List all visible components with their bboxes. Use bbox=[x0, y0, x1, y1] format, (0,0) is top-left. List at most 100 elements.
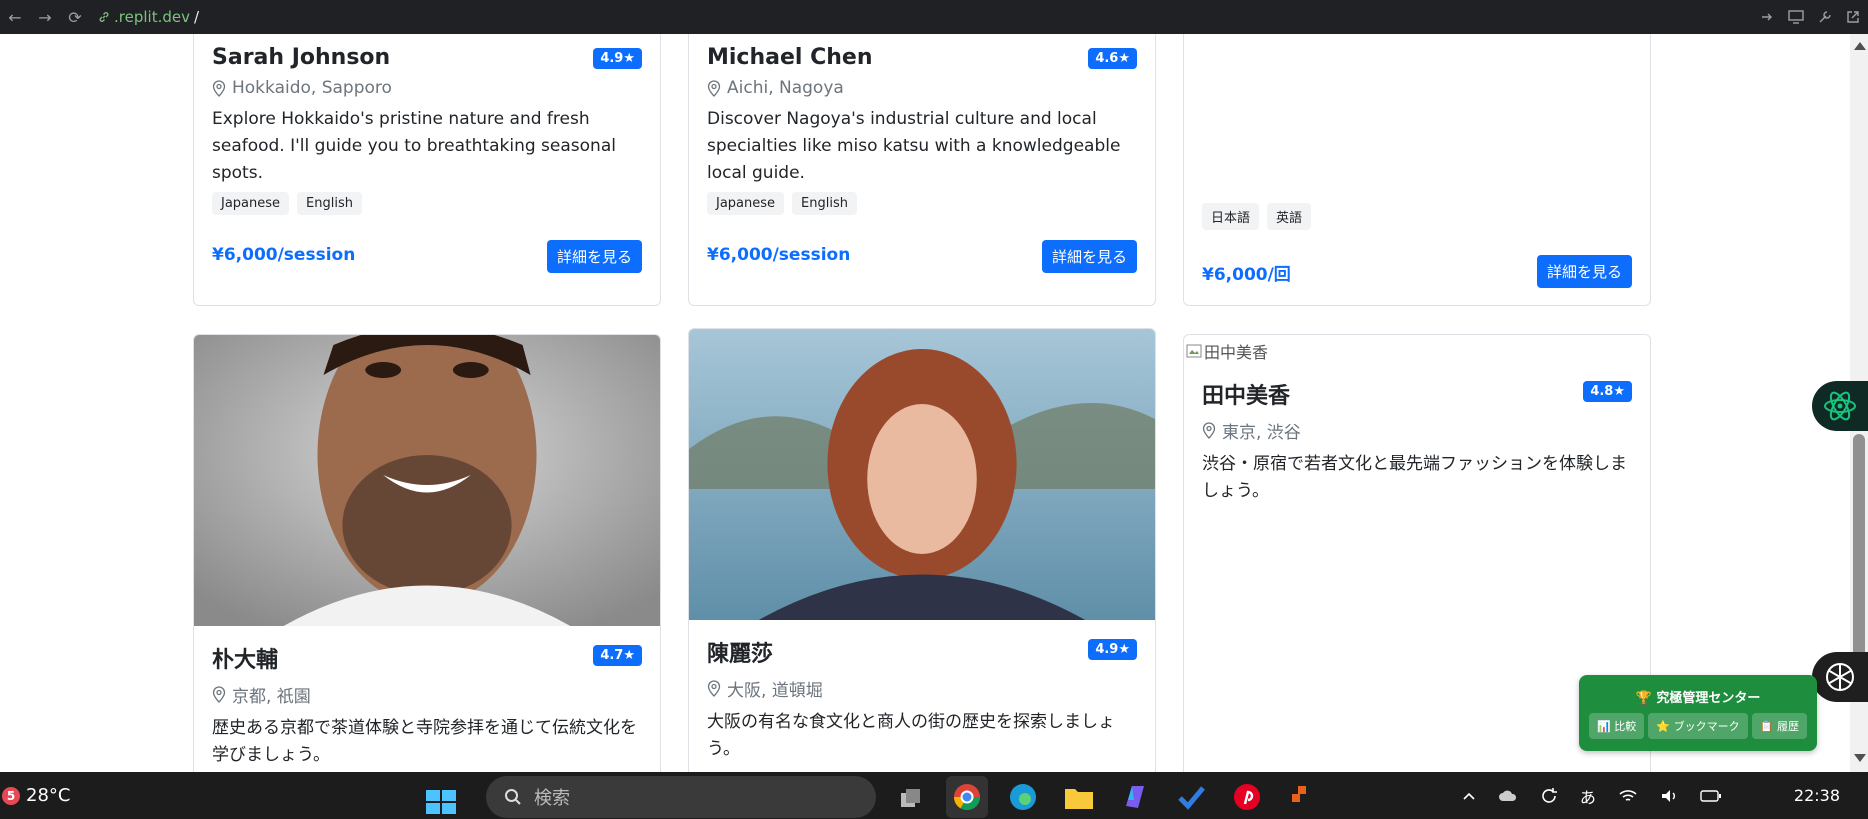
language-tag: English bbox=[297, 192, 362, 215]
guide-description: 渋谷・原宿で若者文化と最先端ファッションを体験しましょう。 bbox=[1202, 454, 1627, 501]
broken-image: 田中美香 bbox=[1186, 339, 1268, 363]
scroll-down-arrow-icon[interactable] bbox=[1854, 754, 1866, 762]
task-view-button[interactable] bbox=[890, 776, 932, 818]
back-arrow-icon: ← bbox=[8, 7, 22, 27]
chatgpt-button[interactable] bbox=[1812, 652, 1868, 702]
location-text: 東京, 渋谷 bbox=[1222, 423, 1301, 443]
guide-card[interactable]: Michael Chen 4.6★ Aichi, Nagoya Discover… bbox=[688, 34, 1156, 306]
language-tags: 日本語 英語 bbox=[1202, 203, 1632, 230]
guide-card[interactable]: 陳麗莎 4.9★ 大阪, 道頓堀 大阪の有名な食文化と商人の街の歴史を探索しまし… bbox=[688, 328, 1156, 772]
guide-name: 陳麗莎 bbox=[707, 642, 774, 667]
edge-icon bbox=[1010, 784, 1036, 810]
location-text: 京都, 祇園 bbox=[232, 687, 311, 707]
back-button[interactable]: ← bbox=[0, 2, 30, 32]
guide-card[interactable]: 朴大輔 4.7★ 京都, 祇園 歴史ある京都で茶道体験と寺院参拝を通じて伝統文化… bbox=[193, 334, 661, 772]
ime-indicator[interactable]: あ bbox=[1580, 784, 1596, 808]
guide-name: Sarah Johnson bbox=[212, 45, 391, 70]
chevron-up-icon[interactable] bbox=[1462, 791, 1476, 801]
bookmark-button[interactable]: ⭐ ブックマーク bbox=[1648, 713, 1748, 739]
guide-photo bbox=[689, 329, 1155, 620]
weather-widget[interactable]: 5 28°C bbox=[0, 772, 70, 819]
guide-card[interactable]: 日本語 英語 ¥6,000/回 詳細を見る bbox=[1183, 34, 1651, 306]
battery-icon[interactable] bbox=[1700, 789, 1722, 803]
language-tags: Japanese English bbox=[212, 192, 642, 215]
guide-location: 東京, 渋谷 bbox=[1202, 418, 1632, 443]
taskbar-apps: 検索 bbox=[420, 776, 1324, 819]
management-center-panel: 🏆 究極管理センター 📊 比較 ⭐ ブックマーク 📋 履歴 bbox=[1579, 675, 1817, 751]
view-details-button[interactable]: 詳細を見る bbox=[1536, 255, 1632, 288]
copilot-icon bbox=[1126, 786, 1144, 808]
edge-app[interactable] bbox=[1002, 776, 1044, 818]
send-arrow-icon[interactable] bbox=[1760, 10, 1774, 24]
scroll-up-arrow-icon[interactable] bbox=[1854, 42, 1866, 50]
language-tag: 英語 bbox=[1267, 203, 1312, 230]
guide-location: Aichi, Nagoya bbox=[707, 78, 1137, 98]
location-pin-icon bbox=[707, 79, 721, 97]
ai-assistant-button[interactable] bbox=[1812, 381, 1868, 431]
pinterest-icon bbox=[1234, 784, 1260, 810]
open-new-window-icon[interactable] bbox=[1846, 10, 1860, 24]
guide-description: 歴史ある京都で茶道体験と寺院参拝を通じて伝統文化を学びましょう。 bbox=[212, 718, 637, 765]
start-button[interactable] bbox=[420, 776, 462, 818]
vscode-app[interactable] bbox=[1170, 776, 1212, 818]
broken-image-icon bbox=[1186, 344, 1202, 358]
scrollbar-thumb[interactable] bbox=[1853, 434, 1865, 684]
guide-price: ¥6,000/回 bbox=[1202, 265, 1291, 285]
forward-button[interactable]: → bbox=[30, 2, 60, 32]
rating-badge: 4.6★ bbox=[1088, 48, 1137, 69]
toolbar-right bbox=[1760, 0, 1860, 34]
url-path: / bbox=[193, 8, 200, 26]
temperature-text: 28°C bbox=[26, 785, 71, 806]
guide-price: ¥6,000/session bbox=[707, 245, 851, 265]
app-orange[interactable] bbox=[1282, 776, 1324, 818]
chrome-app[interactable] bbox=[946, 776, 988, 818]
view-details-button[interactable]: 詳細を見る bbox=[546, 240, 642, 273]
rating-badge: 4.8★ bbox=[1583, 381, 1632, 402]
history-button[interactable]: 📋 履歴 bbox=[1751, 713, 1807, 739]
view-details-button[interactable]: 詳細を見る bbox=[1041, 240, 1137, 273]
system-tray: あ 22:38 bbox=[1462, 772, 1840, 819]
tools-icon[interactable] bbox=[1818, 10, 1832, 24]
location-pin-icon bbox=[1202, 422, 1216, 439]
copilot-app[interactable] bbox=[1114, 776, 1156, 818]
management-actions: 📊 比較 ⭐ ブックマーク 📋 履歴 bbox=[1589, 713, 1807, 739]
guide-location: Hokkaido, Sapporo bbox=[212, 78, 642, 98]
location-pin-icon bbox=[707, 680, 721, 697]
location-pin-icon bbox=[212, 79, 226, 97]
guide-card[interactable]: Sarah Johnson 4.9★ Hokkaido, Sapporo Exp… bbox=[193, 34, 661, 306]
address-bar[interactable]: .replit.dev / bbox=[98, 8, 199, 26]
weather-badge: 5 bbox=[2, 786, 20, 805]
pinterest-app[interactable] bbox=[1226, 776, 1268, 818]
link-icon bbox=[99, 12, 109, 22]
reload-button[interactable]: ⟳ bbox=[60, 2, 90, 32]
taskbar-search[interactable]: 検索 bbox=[486, 776, 876, 818]
location-text: Aichi, Nagoya bbox=[727, 78, 844, 98]
reload-icon: ⟳ bbox=[68, 7, 82, 27]
compare-button[interactable]: 📊 比較 bbox=[1589, 713, 1645, 739]
cloud-icon[interactable] bbox=[1498, 789, 1518, 803]
image-alt-text: 田中美香 bbox=[1204, 343, 1269, 362]
guide-price: ¥6,000/session bbox=[212, 245, 356, 265]
sync-icon[interactable] bbox=[1540, 787, 1558, 805]
grid-app-icon bbox=[1292, 786, 1306, 802]
speaker-icon[interactable] bbox=[1660, 788, 1678, 804]
search-placeholder: 検索 bbox=[534, 788, 570, 809]
search-icon bbox=[505, 789, 521, 805]
management-title: 🏆 究極管理センター bbox=[1635, 691, 1761, 706]
location-text: Hokkaido, Sapporo bbox=[232, 78, 392, 98]
guide-location: 大阪, 道頓堀 bbox=[707, 676, 1137, 701]
checkmark-icon bbox=[1178, 786, 1205, 810]
cast-icon[interactable] bbox=[1788, 10, 1804, 24]
language-tags: Japanese English bbox=[707, 192, 1137, 215]
guide-photo bbox=[194, 335, 660, 626]
wifi-icon[interactable] bbox=[1618, 788, 1638, 804]
guide-name: Michael Chen bbox=[707, 45, 873, 70]
file-explorer-app[interactable] bbox=[1058, 776, 1100, 818]
page-viewport: Sarah Johnson 4.9★ Hokkaido, Sapporo Exp… bbox=[0, 34, 1850, 772]
ai-atom-icon bbox=[1824, 391, 1856, 421]
language-tag: 日本語 bbox=[1202, 203, 1260, 230]
guide-name: 朴大輔 bbox=[212, 648, 279, 673]
clock[interactable]: 22:38 bbox=[1794, 786, 1840, 805]
guide-description: 大阪の有名な食文化と商人の街の歴史を探索しましょう。 bbox=[707, 712, 1115, 759]
chrome-icon bbox=[953, 784, 981, 811]
